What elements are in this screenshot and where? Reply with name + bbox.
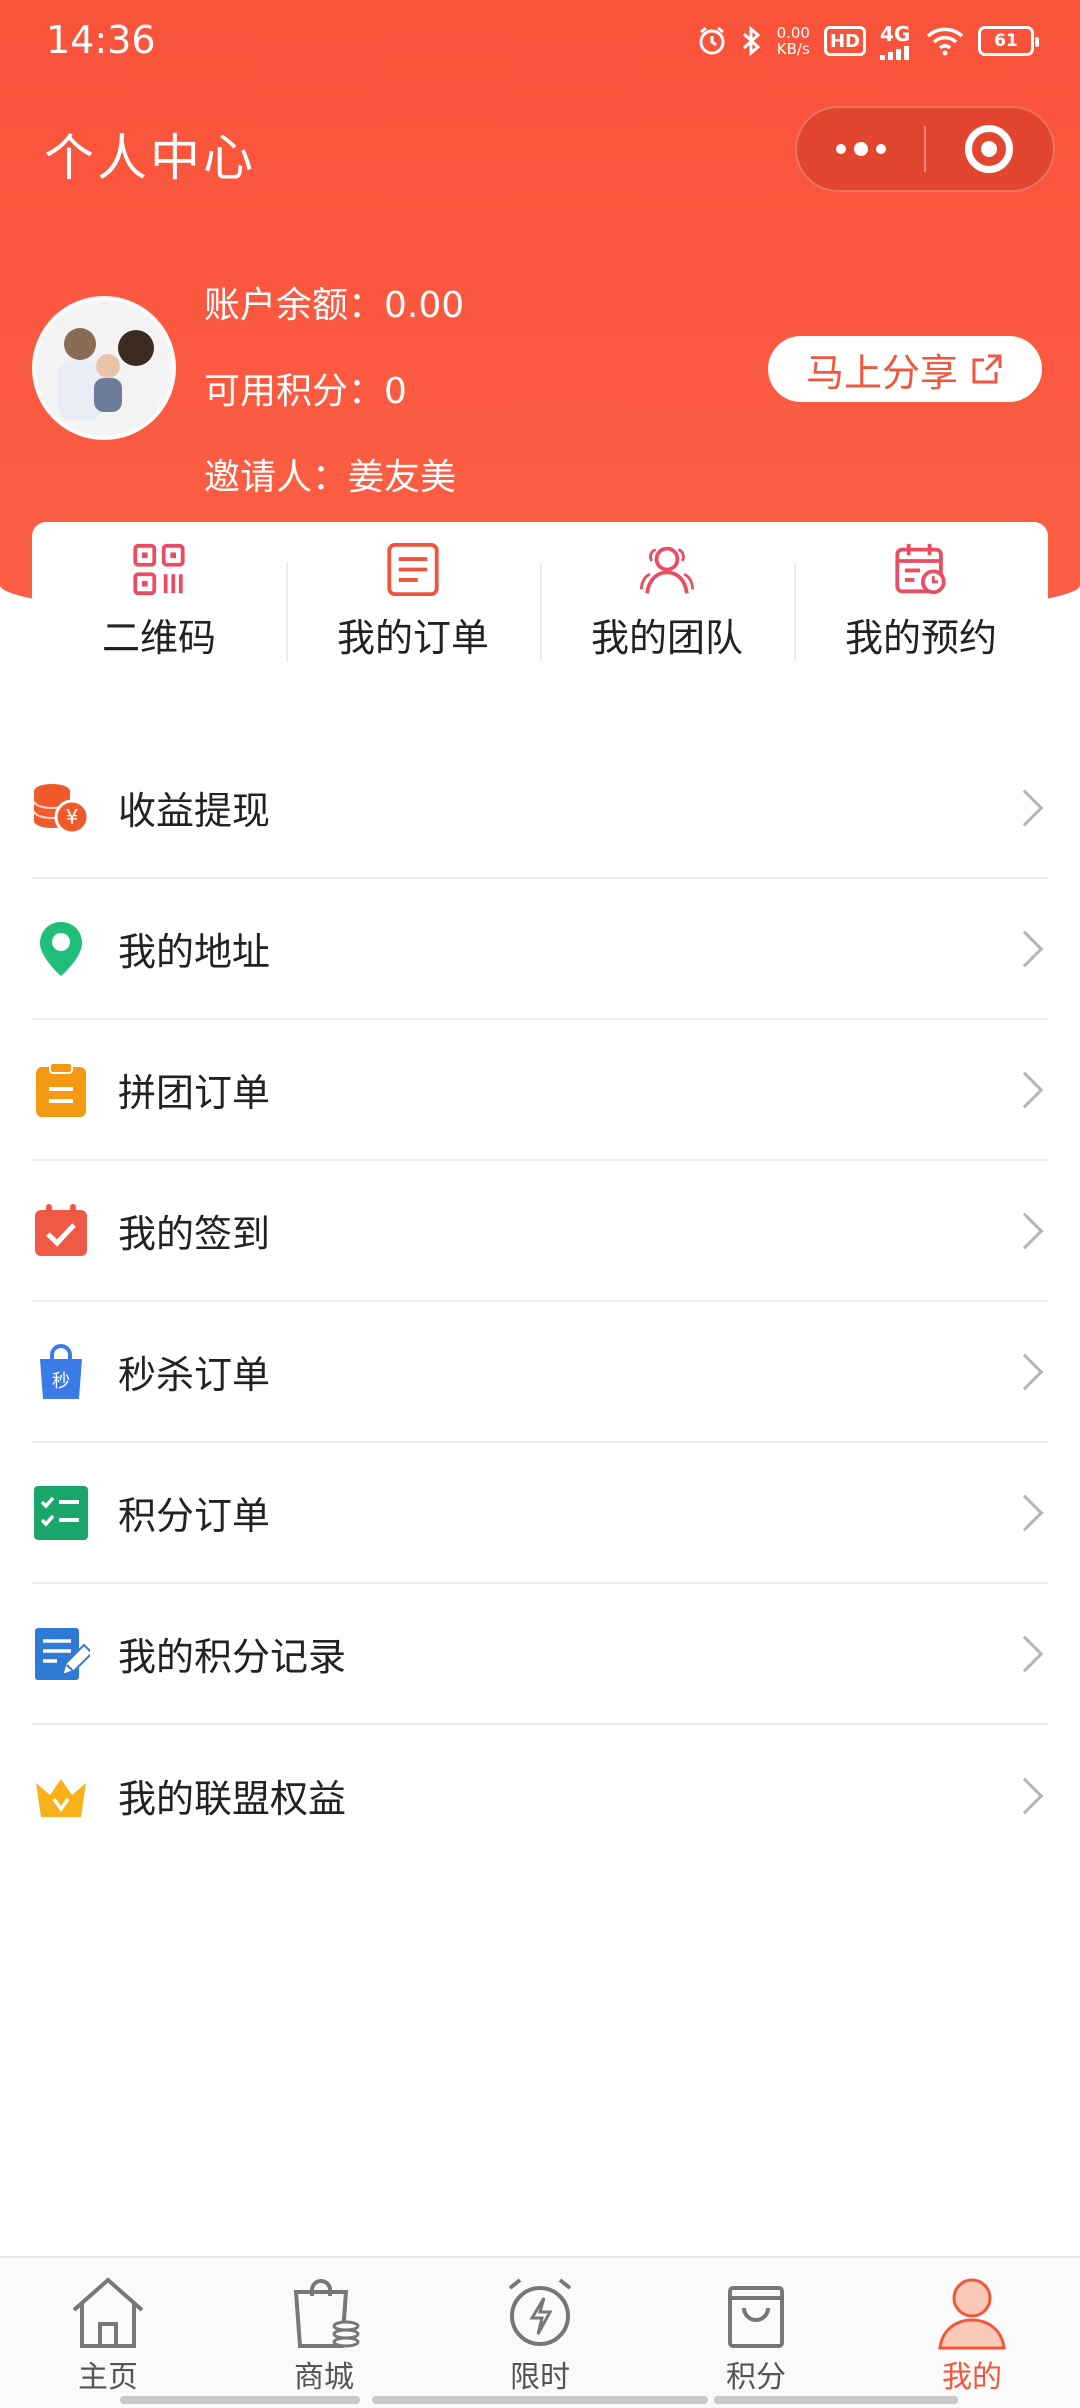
points-bag-icon xyxy=(728,2286,784,2348)
status-icons: 0.00 KB/s HD 4G 61 xyxy=(697,22,1039,60)
bluetooth-icon xyxy=(741,25,763,57)
tab-label: 积分 xyxy=(726,2360,786,2395)
menu-item-label: 秒杀订单 xyxy=(118,1353,271,1397)
inviter-row: 邀请人：姜友美 xyxy=(204,448,456,500)
share-button-label: 马上分享 xyxy=(805,350,958,395)
bottom-tab-bar: 主页 商城 限时 积分 我的 xyxy=(0,2256,1080,2408)
checkin-icon xyxy=(32,1202,90,1260)
avatar[interactable] xyxy=(32,296,176,440)
share-icon xyxy=(972,354,1002,384)
menu-item-points-record[interactable]: 我的积分记录 xyxy=(32,1584,1048,1725)
menu-item-label: 收益提现 xyxy=(118,789,271,833)
inviter-label: 邀请人： xyxy=(204,457,349,498)
points-label: 可用积分： xyxy=(204,371,385,412)
battery-icon: 61 xyxy=(978,26,1039,56)
team-icon xyxy=(639,546,695,594)
points-row: 可用积分：0 xyxy=(204,362,407,414)
signal-icon: 4G xyxy=(880,22,912,60)
menu-item-alliance-benefits[interactable]: 我的联盟权益 xyxy=(32,1725,1048,1866)
home-indicator-segment xyxy=(120,2396,360,2404)
menu-list: ¥ 收益提现 我的地址 拼团订单 我的签到 秒 秒杀订单 积分订单 我的积分记录… xyxy=(32,738,1048,1866)
chevron-right-icon xyxy=(1006,1777,1044,1814)
bag-symbol: 秒 xyxy=(52,1371,70,1392)
quick-action-label: 二维码 xyxy=(101,616,216,660)
quick-action-label: 我的订单 xyxy=(336,616,489,660)
chevron-right-icon xyxy=(1006,1212,1044,1249)
home-indicator-segment xyxy=(372,2396,708,2404)
status-bar: 14:36 0.00 KB/s HD 4G 61 xyxy=(0,0,1080,84)
wifi-icon xyxy=(926,26,964,56)
net-speed-value: 0.00 xyxy=(776,24,810,42)
menu-item-label: 拼团订单 xyxy=(118,1071,271,1115)
note-edit-icon xyxy=(32,1625,90,1683)
tab-label: 主页 xyxy=(78,2360,138,2395)
tab-label: 商城 xyxy=(294,2360,354,2395)
crown-icon xyxy=(32,1767,90,1825)
tab-label: 限时 xyxy=(510,2360,570,2395)
menu-item-checkin[interactable]: 我的签到 xyxy=(32,1161,1048,1302)
alarm-icon xyxy=(697,26,727,56)
balance-row: 账户余额：0.00 xyxy=(204,276,464,328)
chevron-right-icon xyxy=(1006,789,1044,826)
more-icon xyxy=(835,142,886,156)
menu-item-flash-sale-orders[interactable]: 秒 秒杀订单 xyxy=(32,1302,1048,1443)
tab-home[interactable]: 主页 xyxy=(0,2258,216,2408)
menu-item-label: 我的地址 xyxy=(118,930,271,974)
checklist-icon xyxy=(32,1484,90,1542)
menu-item-label: 我的联盟权益 xyxy=(118,1777,347,1821)
chevron-right-icon xyxy=(1006,930,1044,967)
page-title: 个人中心 xyxy=(44,129,256,187)
quick-action-label: 我的团队 xyxy=(590,616,743,660)
quick-action-my-orders[interactable]: 我的订单 xyxy=(286,542,540,662)
menu-item-label: 积分订单 xyxy=(118,1494,271,1538)
menu-item-label: 我的积分记录 xyxy=(118,1635,347,1679)
balance-label: 账户余额： xyxy=(204,285,385,326)
close-target-icon xyxy=(965,125,1014,173)
network-type: 4G xyxy=(880,22,911,46)
chevron-right-icon xyxy=(1006,1494,1044,1531)
menu-item-points-orders[interactable]: 积分订单 xyxy=(32,1443,1048,1584)
tab-mall[interactable]: 商城 xyxy=(216,2258,432,2408)
qrcode-icon xyxy=(133,543,185,596)
net-speed: 0.00 KB/s xyxy=(777,25,810,57)
user-icon xyxy=(938,2278,1006,2350)
quick-action-qrcode[interactable]: 二维码 xyxy=(32,542,286,662)
tab-mine[interactable]: 我的 xyxy=(864,2258,1080,2408)
points-value: 0 xyxy=(384,371,407,412)
quick-action-label: 我的预约 xyxy=(844,616,997,660)
clipboard-icon xyxy=(32,1061,90,1119)
quick-action-my-appointments[interactable]: 我的预约 xyxy=(794,542,1048,662)
hd-badge: HD xyxy=(823,26,866,56)
menu-item-label: 我的签到 xyxy=(118,1212,271,1256)
share-button[interactable]: 马上分享 xyxy=(768,336,1042,402)
menu-item-address[interactable]: 我的地址 xyxy=(32,879,1048,1020)
chevron-right-icon xyxy=(1006,1635,1044,1672)
home-icon xyxy=(72,2277,144,2348)
close-button[interactable] xyxy=(926,108,1053,190)
location-icon xyxy=(32,920,90,978)
quick-actions-card: 二维码 我的订单 我的团队 我的预约 xyxy=(32,522,1048,682)
home-indicator-segment xyxy=(714,2396,958,2404)
coins-icon: ¥ xyxy=(32,779,90,837)
status-time: 14:36 xyxy=(46,18,156,62)
order-icon xyxy=(387,542,439,597)
coin-symbol: ¥ xyxy=(66,805,79,829)
calendar-icon xyxy=(895,543,946,595)
inviter-value: 姜友美 xyxy=(348,457,457,498)
tab-label: 我的 xyxy=(942,2360,1002,2395)
net-speed-unit: KB/s xyxy=(776,40,810,58)
more-button[interactable] xyxy=(797,108,924,190)
alarm-clock-icon xyxy=(508,2278,572,2346)
quick-action-my-team[interactable]: 我的团队 xyxy=(540,542,794,662)
chevron-right-icon xyxy=(1006,1071,1044,1108)
menu-item-group-orders[interactable]: 拼团订单 xyxy=(32,1020,1048,1161)
tab-limited[interactable]: 限时 xyxy=(432,2258,648,2408)
balance-value: 0.00 xyxy=(384,285,465,326)
tab-points[interactable]: 积分 xyxy=(648,2258,864,2408)
chevron-right-icon xyxy=(1006,1353,1044,1390)
flash-sale-bag-icon: 秒 xyxy=(32,1343,90,1401)
miniprogram-capsule xyxy=(795,106,1055,192)
menu-item-withdraw[interactable]: ¥ 收益提现 xyxy=(32,738,1048,879)
shop-bag-icon xyxy=(293,2279,360,2348)
